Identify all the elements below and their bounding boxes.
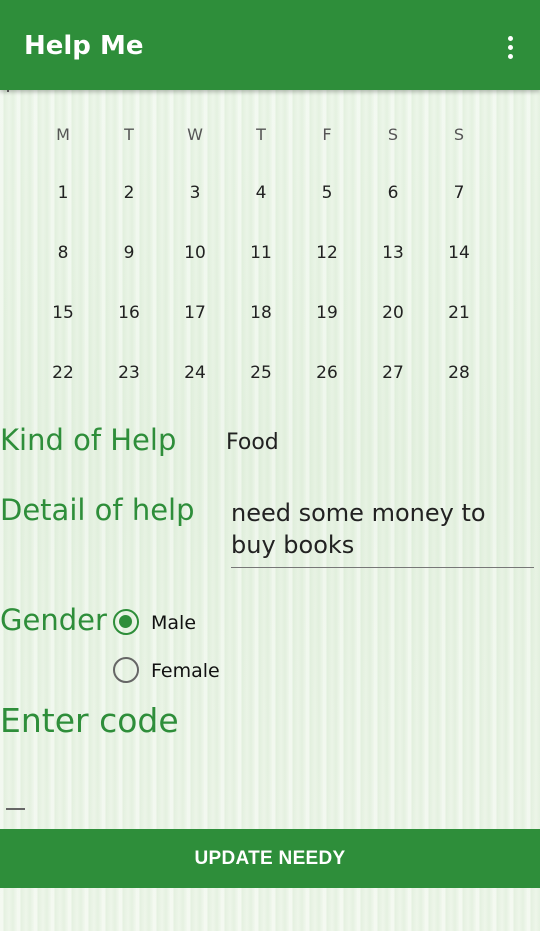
update-needy-button[interactable]: UPDATE NEEDY [0,829,540,888]
calendar-week-row: 22 23 24 25 26 27 28 [30,356,492,416]
calendar-day[interactable]: 23 [96,356,162,416]
app-title: Help Me [24,31,144,61]
calendar-week-row: 15 16 17 18 19 20 21 [30,296,492,356]
calendar-day[interactable]: 4 [228,176,294,236]
calendar-day[interactable]: 7 [426,176,492,236]
gender-label: Gender [0,603,107,637]
calendar: M T W T F S S 1 2 3 4 5 6 7 8 9 10 11 12… [30,118,492,416]
weekday-label: M [56,125,70,144]
calendar-week-row: 8 9 10 11 12 13 14 [30,236,492,296]
calendar-day[interactable]: 1 [30,176,96,236]
calendar-day[interactable]: 21 [426,296,492,356]
calendar-day[interactable]: 9 [96,236,162,296]
code-input[interactable] [6,808,25,810]
calendar-day[interactable]: 16 [96,296,162,356]
weekday-label: F [322,125,332,144]
calendar-day[interactable]: 3 [162,176,228,236]
overflow-menu-icon[interactable] [508,36,514,62]
detail-of-help-label: Detail of help [0,493,195,527]
enter-code-label: Enter code [0,701,179,740]
calendar-day[interactable]: 18 [228,296,294,356]
calendar-day[interactable]: 15 [30,296,96,356]
calendar-day[interactable]: 14 [426,236,492,296]
weekday-label: T [124,125,134,144]
calendar-day[interactable]: 24 [162,356,228,416]
calendar-day[interactable]: 25 [228,356,294,416]
calendar-day[interactable]: 19 [294,296,360,356]
weekday-label: W [187,125,203,144]
detail-of-help-field[interactable]: need some money to buy books [231,497,534,568]
gender-male-radio[interactable] [113,609,139,635]
kind-of-help-label: Kind of Help [0,423,177,457]
calendar-day[interactable]: 2 [96,176,162,236]
calendar-day[interactable]: 5 [294,176,360,236]
calendar-day[interactable]: 6 [360,176,426,236]
calendar-day[interactable]: 12 [294,236,360,296]
gender-female-radio[interactable] [113,657,139,683]
gender-female-label[interactable]: Female [151,660,220,682]
calendar-day[interactable]: 8 [30,236,96,296]
calendar-day[interactable]: 10 [162,236,228,296]
calendar-day[interactable]: 11 [228,236,294,296]
weekday-label: S [453,125,465,144]
gender-male-label[interactable]: Male [151,612,196,634]
kind-of-help-value[interactable]: Food [226,430,279,455]
calendar-weekday-row: M T W T F S S [30,118,492,152]
calendar-day[interactable]: 27 [360,356,426,416]
calendar-week-row: 1 2 3 4 5 6 7 [30,176,492,236]
calendar-day[interactable]: 17 [162,296,228,356]
app-bar: Help Me [0,0,540,90]
calendar-day[interactable]: 26 [294,356,360,416]
weekday-label: S [387,125,399,144]
calendar-day[interactable]: 22 [30,356,96,416]
calendar-day[interactable]: 28 [426,356,492,416]
calendar-day[interactable]: 20 [360,296,426,356]
calendar-day[interactable]: 13 [360,236,426,296]
weekday-label: T [256,125,266,144]
